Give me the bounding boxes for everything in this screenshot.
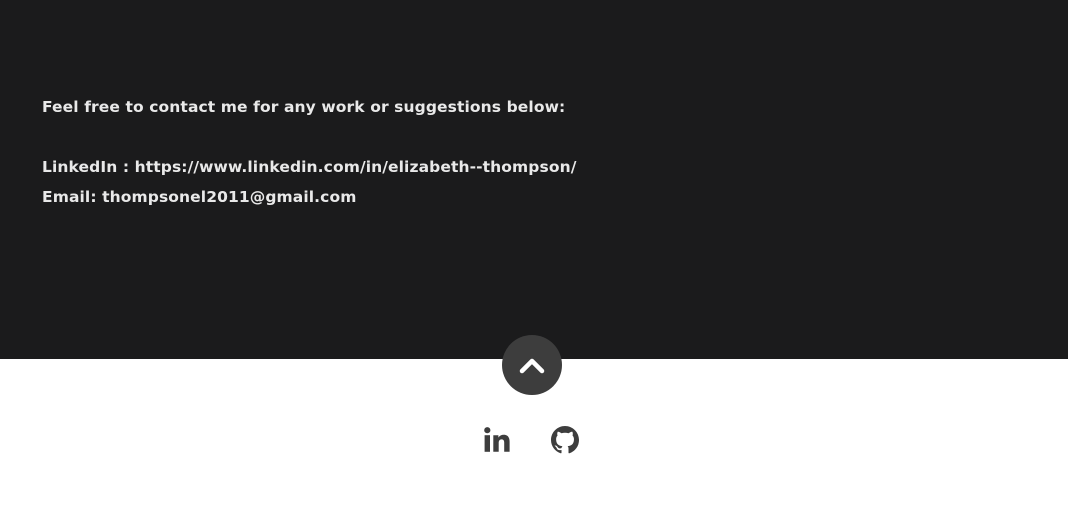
email-label: Email: [42, 188, 103, 206]
linkedin-icon [484, 427, 510, 452]
contact-section: Feel free to contact me for any work or … [0, 0, 1068, 359]
chevron-up-icon [519, 358, 545, 374]
email-link[interactable]: thompsonel2011@gmail.com [102, 188, 356, 206]
linkedin-link[interactable]: https://www.linkedin.com/in/elizabeth--t… [135, 158, 577, 176]
back-to-top-button[interactable] [502, 335, 562, 395]
github-social-link[interactable] [551, 426, 579, 454]
email-line: Email: thompsonel2011@gmail.com [42, 187, 356, 207]
contact-intro: Feel free to contact me for any work or … [42, 98, 566, 116]
linkedin-line: LinkedIn : https://www.linkedin.com/in/e… [42, 157, 576, 177]
linkedin-label: LinkedIn : [42, 158, 135, 176]
linkedin-social-link[interactable] [483, 426, 511, 454]
github-icon [551, 426, 579, 454]
